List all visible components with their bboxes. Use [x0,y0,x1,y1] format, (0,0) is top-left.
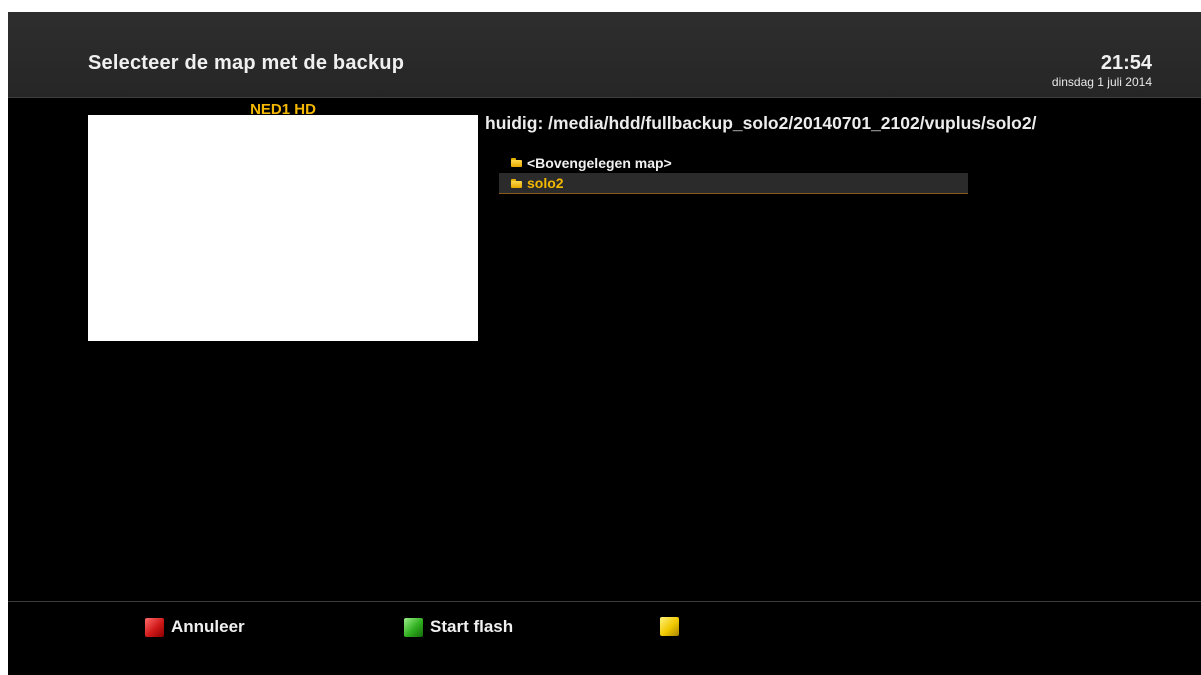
cancel-button[interactable]: Annuleer [145,617,245,637]
screen: Selecteer de map met de backup 21:54 din… [8,12,1201,675]
list-item-solo2[interactable]: solo2 [499,173,968,194]
green-key-icon [404,617,423,637]
file-list[interactable]: <Bovengelegen map> solo2 [499,152,968,194]
yellow-button[interactable] [660,617,686,636]
cancel-button-label: Annuleer [171,617,245,636]
page-title: Selecteer de map met de backup [88,52,405,74]
folder-icon [511,178,522,188]
current-path: huidig: /media/hdd/fullbackup_solo2/2014… [485,113,1037,133]
start-flash-button-label: Start flash [430,617,514,636]
start-flash-button[interactable]: Start flash [404,617,513,637]
list-item-label: <Bovengelegen map> [527,154,672,171]
list-item-label: solo2 [527,175,564,191]
red-key-icon [145,617,164,637]
folder-icon [511,158,522,167]
list-item-parent-folder[interactable]: <Bovengelegen map> [499,152,968,173]
title-bar: Selecteer de map met de backup 21:54 din… [8,12,1201,98]
clock-time: 21:54 [1100,52,1152,74]
button-bar: Annuleer Start flash [8,601,1201,675]
tv-preview-window [88,115,478,341]
clock-date: dinsdag 1 juli 2014 [1051,75,1152,89]
yellow-key-icon [660,617,679,636]
